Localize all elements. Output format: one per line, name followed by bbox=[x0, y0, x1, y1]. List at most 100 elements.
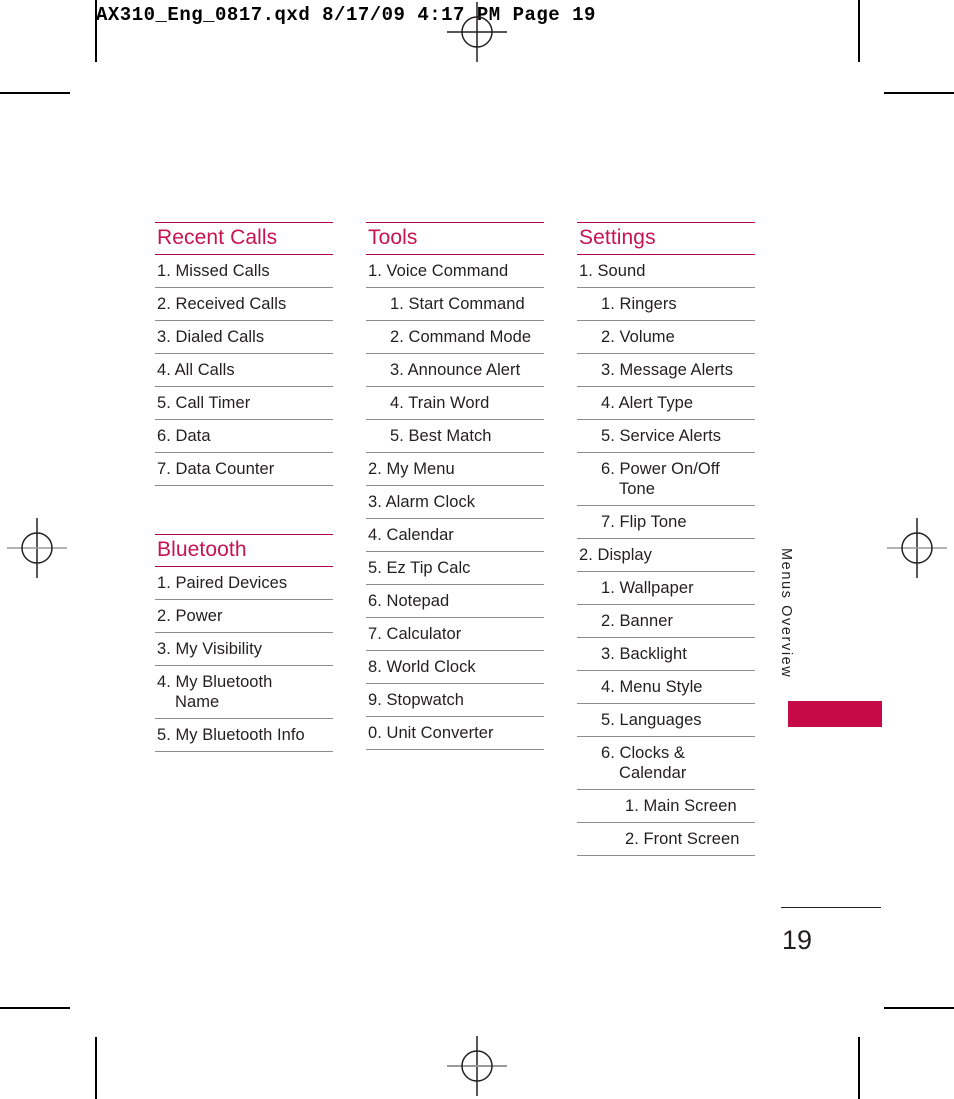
menu-item[interactable]: 1. Wallpaper bbox=[577, 572, 755, 605]
menu-item[interactable]: 4. My Bluetooth Name bbox=[155, 666, 333, 719]
menu-item[interactable]: 2. Banner bbox=[577, 605, 755, 638]
menu-item-label: 1. Main Screen bbox=[625, 797, 737, 815]
menu-item-label: 1. Sound bbox=[579, 262, 646, 280]
menu-item[interactable]: 3. Message Alerts bbox=[577, 354, 755, 387]
menu-item[interactable]: 0. Unit Converter bbox=[366, 717, 544, 750]
menu-column: Settings 1. Sound 1. Ringers 2. Volume 3. Me… bbox=[577, 222, 755, 856]
section-title: Settings bbox=[579, 226, 656, 249]
menu-item[interactable]: 2. Command Mode bbox=[366, 321, 544, 354]
menu-item[interactable]: 5. Service Alerts bbox=[577, 420, 755, 453]
menu-item[interactable]: 5. Call Timer bbox=[155, 387, 333, 420]
menu-item-label-wrap: Tone bbox=[619, 480, 655, 498]
menu-item-list: 1. Paired Devices 2. Power 3. My Visibilit… bbox=[155, 567, 333, 752]
menu-item-label: 0. Unit Converter bbox=[368, 724, 494, 742]
menu-item[interactable]: 1. Missed Calls bbox=[155, 255, 333, 288]
menu-section: Bluetooth 1. Paired Devices 2. Power 3. My … bbox=[155, 534, 333, 752]
menu-item-label: 3. Dialed Calls bbox=[157, 328, 265, 346]
menu-item-label-wrap: Name bbox=[175, 693, 220, 711]
menu-item[interactable]: 1. Sound bbox=[577, 255, 755, 288]
menu-item-label: 1. Ringers bbox=[601, 295, 677, 313]
menu-item[interactable]: 7. Flip Tone bbox=[577, 506, 755, 539]
menu-section: Settings 1. Sound 1. Ringers 2. Volume 3. Me… bbox=[577, 222, 755, 856]
menu-item[interactable]: 1. Main Screen bbox=[577, 790, 755, 823]
menu-item-label: 3. Message Alerts bbox=[601, 361, 733, 379]
menu-item-label: 3. Alarm Clock bbox=[368, 493, 476, 511]
menu-item[interactable]: 9. Stopwatch bbox=[366, 684, 544, 717]
page-number: 19 bbox=[782, 925, 813, 955]
menu-item[interactable]: 2. Front Screen bbox=[577, 823, 755, 856]
menu-item[interactable]: 3. Alarm Clock bbox=[366, 486, 544, 519]
menu-item-label: 5. Ez Tip Calc bbox=[368, 559, 471, 577]
menu-item[interactable]: 5. My Bluetooth Info bbox=[155, 719, 333, 752]
menu-item-label: 1. Missed Calls bbox=[157, 262, 270, 280]
menu-item[interactable]: 6. Power On/Off Tone bbox=[577, 453, 755, 506]
menu-item[interactable]: 1. Paired Devices bbox=[155, 567, 333, 600]
menu-item-label: 4. Menu Style bbox=[601, 678, 703, 696]
menu-item[interactable]: 2. Received Calls bbox=[155, 288, 333, 321]
menu-item[interactable]: 4. Alert Type bbox=[577, 387, 755, 420]
menu-item-label: 3. My Visibility bbox=[157, 640, 263, 658]
menu-item-label: 4. All Calls bbox=[157, 361, 235, 379]
menu-item-list: 1. Missed Calls 2. Received Calls 3. Diale… bbox=[155, 255, 333, 486]
menu-item-label: 6. Data bbox=[157, 427, 211, 445]
side-tab-color-block bbox=[788, 701, 882, 727]
section-title: Tools bbox=[368, 226, 418, 249]
menu-item[interactable]: 1. Ringers bbox=[577, 288, 755, 321]
menu-section: Tools 1. Voice Command 1. Start Command 2. … bbox=[366, 222, 544, 750]
menu-item-label: 6. Clocks & bbox=[601, 744, 685, 762]
menu-item-label: 1. Wallpaper bbox=[601, 579, 694, 597]
menu-item-label: 7. Flip Tone bbox=[601, 513, 687, 531]
menu-item[interactable]: 4. All Calls bbox=[155, 354, 333, 387]
menu-item-label: 7. Data Counter bbox=[157, 460, 275, 478]
menu-item-label: 2. Front Screen bbox=[625, 830, 740, 848]
menu-item[interactable]: 6. Notepad bbox=[366, 585, 544, 618]
menu-item-label: 2. Received Calls bbox=[157, 295, 287, 313]
menu-item-label: 2. My Menu bbox=[368, 460, 455, 478]
menu-item-label: 4. Calendar bbox=[368, 526, 454, 544]
menu-item[interactable]: 2. My Menu bbox=[366, 453, 544, 486]
menu-item[interactable]: 1. Start Command bbox=[366, 288, 544, 321]
menu-item-list: 1. Voice Command 1. Start Command 2. Comma… bbox=[366, 255, 544, 750]
menu-item[interactable]: 8. World Clock bbox=[366, 651, 544, 684]
menu-item[interactable]: 5. Best Match bbox=[366, 420, 544, 453]
menu-item[interactable]: 6. Data bbox=[155, 420, 333, 453]
menu-item[interactable]: 3. Backlight bbox=[577, 638, 755, 671]
menu-item[interactable]: 3. Dialed Calls bbox=[155, 321, 333, 354]
menu-item-label: 1. Paired Devices bbox=[157, 574, 288, 592]
menu-item-label: 6. Notepad bbox=[368, 592, 450, 610]
menu-item-label: 4. My Bluetooth bbox=[157, 673, 273, 691]
menu-item-label-wrap: Calendar bbox=[619, 764, 687, 782]
menu-item-label: 3. Announce Alert bbox=[390, 361, 521, 379]
menu-item[interactable]: 5. Languages bbox=[577, 704, 755, 737]
menu-item-label: 2. Banner bbox=[601, 612, 674, 630]
menu-item[interactable]: 1. Voice Command bbox=[366, 255, 544, 288]
menu-item[interactable]: 7. Calculator bbox=[366, 618, 544, 651]
section-title: Bluetooth bbox=[157, 538, 247, 561]
menu-item-label: 2. Display bbox=[579, 546, 652, 564]
menu-item[interactable]: 3. Announce Alert bbox=[366, 354, 544, 387]
menu-item[interactable]: 2. Volume bbox=[577, 321, 755, 354]
section-title: Recent Calls bbox=[157, 226, 278, 249]
menu-item[interactable]: 4. Menu Style bbox=[577, 671, 755, 704]
menu-item-label: 2. Command Mode bbox=[390, 328, 532, 346]
menu-item-label: 2. Power bbox=[157, 607, 223, 625]
menu-item[interactable]: 3. My Visibility bbox=[155, 633, 333, 666]
menu-item-label: 8. World Clock bbox=[368, 658, 476, 676]
menu-item-label: 5. Service Alerts bbox=[601, 427, 722, 445]
menu-item-label: 6. Power On/Off bbox=[601, 460, 720, 478]
menu-item[interactable]: 4. Calendar bbox=[366, 519, 544, 552]
menu-item-label: 1. Start Command bbox=[390, 295, 525, 313]
menu-item-label: 7. Calculator bbox=[368, 625, 462, 643]
menu-item[interactable]: 6. Clocks & Calendar bbox=[577, 737, 755, 790]
menu-item-label: 5. My Bluetooth Info bbox=[157, 726, 305, 744]
menu-item[interactable]: 7. Data Counter bbox=[155, 453, 333, 486]
menu-item[interactable]: 5. Ez Tip Calc bbox=[366, 552, 544, 585]
menu-item-label: 4. Alert Type bbox=[601, 394, 694, 412]
menu-item-label: 5. Best Match bbox=[390, 427, 492, 445]
menu-item-label: 5. Call Timer bbox=[157, 394, 251, 412]
menu-item[interactable]: 2. Display bbox=[577, 539, 755, 572]
side-tab-label: Menus Overview bbox=[778, 548, 794, 679]
menu-item[interactable]: 4. Train Word bbox=[366, 387, 544, 420]
menu-item[interactable]: 2. Power bbox=[155, 600, 333, 633]
menu-item-label: 9. Stopwatch bbox=[368, 691, 464, 709]
